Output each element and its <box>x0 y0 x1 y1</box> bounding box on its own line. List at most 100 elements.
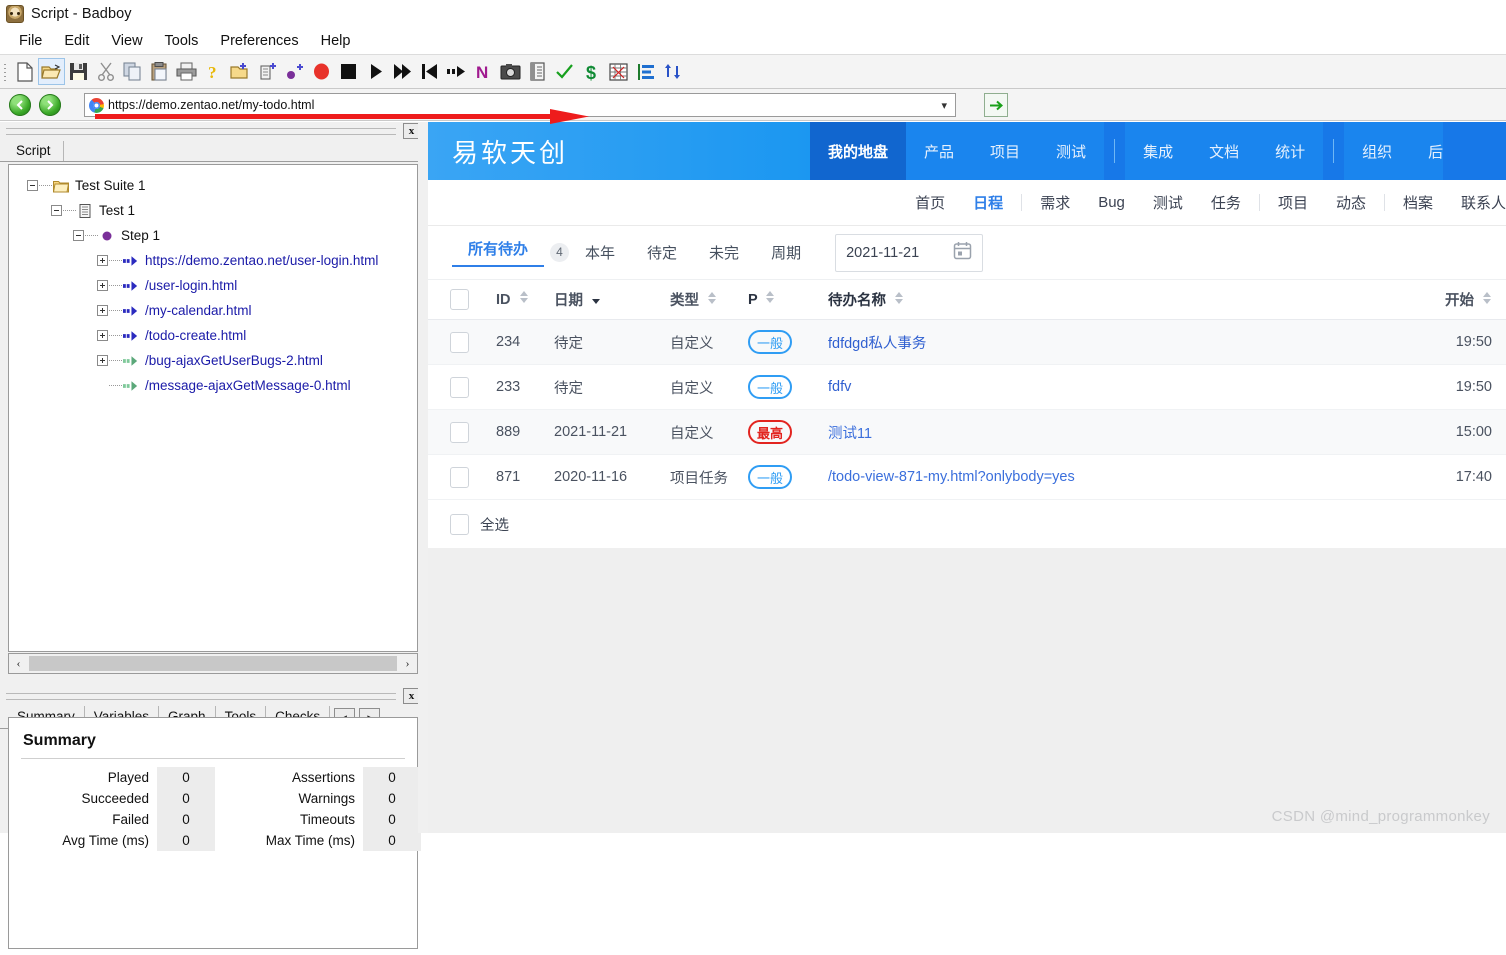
tree-item-request-my-calendar[interactable]: /my-calendar.html <box>9 298 417 323</box>
rewind-icon[interactable] <box>416 58 443 85</box>
menu-help[interactable]: Help <box>310 31 362 51</box>
save-icon[interactable] <box>65 58 92 85</box>
tree-toggle-expand-icon[interactable] <box>97 280 108 291</box>
menu-edit[interactable]: Edit <box>53 31 100 51</box>
select-all-checkbox[interactable] <box>450 514 469 535</box>
todo-link[interactable]: /todo-view-871-my.html?onlybody=yes <box>828 469 1075 485</box>
screenshot-icon[interactable] <box>497 58 524 85</box>
add-test-icon[interactable] <box>254 58 281 85</box>
paste-icon[interactable] <box>146 58 173 85</box>
url-input[interactable]: https://demo.zentao.net/my-todo.html ▾ <box>84 93 956 117</box>
scroll-right-arrow-icon[interactable]: › <box>398 654 417 673</box>
header-priority[interactable]: P <box>748 292 828 308</box>
tree-item-request-todo-create[interactable]: /todo-create.html <box>9 323 417 348</box>
date-picker[interactable]: 2021-11-21 <box>835 234 983 272</box>
step-over-icon[interactable] <box>443 58 470 85</box>
tree-item-test-suite-1[interactable]: Test Suite 1 <box>9 173 417 198</box>
subnav-bug[interactable]: Bug <box>1084 194 1139 211</box>
select-all-row[interactable]: 全选 <box>428 500 1506 548</box>
tree-toggle-collapse-icon[interactable] <box>27 180 38 191</box>
new-icon[interactable] <box>11 58 38 85</box>
topnav-organization[interactable]: 组织 <box>1344 122 1410 180</box>
grid-icon[interactable] <box>605 58 632 85</box>
subnav-test[interactable]: 测试 <box>1139 192 1197 213</box>
play-all-icon[interactable] <box>389 58 416 85</box>
forward-icon[interactable] <box>39 94 61 116</box>
sort-icon[interactable] <box>520 291 529 303</box>
menu-file[interactable]: File <box>8 31 53 51</box>
tree-toggle-expand-icon[interactable] <box>97 355 108 366</box>
menu-tools[interactable]: Tools <box>154 31 210 51</box>
topnav-statistics[interactable]: 统计 <box>1257 122 1323 180</box>
table-row[interactable]: 889 2021-11-21 自定义 最高 测试11 15:00 <box>428 410 1506 455</box>
topnav-admin[interactable]: 后 <box>1410 122 1443 180</box>
add-suite-icon[interactable] <box>227 58 254 85</box>
table-row[interactable]: 233 待定 自定义 一般 fdfv 19:50 <box>428 365 1506 410</box>
tree-item-test-1[interactable]: Test 1 <box>9 198 417 223</box>
tab-script[interactable]: Script <box>8 141 64 161</box>
nglyph-icon[interactable]: N <box>470 58 497 85</box>
sort-icon[interactable] <box>708 292 717 304</box>
sort-icon-active[interactable] <box>592 292 601 304</box>
cell-name[interactable]: fdfdgd私人事务 <box>828 332 1420 353</box>
scroll-left-arrow-icon[interactable]: ‹ <box>9 654 28 673</box>
summary-panel-grip[interactable]: x <box>6 689 422 703</box>
subnav-profile[interactable]: 档案 <box>1389 192 1447 213</box>
copy-icon[interactable] <box>119 58 146 85</box>
cut-icon[interactable] <box>92 58 119 85</box>
tree-toggle-expand-icon[interactable] <box>97 330 108 341</box>
sort-icon[interactable] <box>895 292 904 304</box>
row-checkbox[interactable] <box>450 422 469 443</box>
back-icon[interactable] <box>9 94 31 116</box>
calendar-icon[interactable] <box>953 241 972 264</box>
tree-toggle-expand-icon[interactable] <box>97 255 108 266</box>
script-tree[interactable]: Test Suite 1 Test 1 Step 1 <box>8 164 418 652</box>
subnav-project[interactable]: 项目 <box>1264 192 1322 213</box>
play-icon[interactable] <box>362 58 389 85</box>
todo-link[interactable]: 测试11 <box>828 426 872 442</box>
topnav-integration[interactable]: 集成 <box>1125 122 1191 180</box>
tree-item-ajax-bug-request[interactable]: /bug-ajaxGetUserBugs-2.html <box>9 348 417 373</box>
panel-splitter[interactable] <box>418 122 428 833</box>
record-icon[interactable] <box>308 58 335 85</box>
header-date[interactable]: 日期 <box>554 289 670 310</box>
menu-view[interactable]: View <box>100 31 153 51</box>
tree-toggle-expand-icon[interactable] <box>97 305 108 316</box>
indent-icon[interactable] <box>632 58 659 85</box>
sort-icon[interactable] <box>1483 292 1492 304</box>
topnav-my-dashboard[interactable]: 我的地盘 <box>810 122 906 180</box>
tree-item-step-1[interactable]: Step 1 <box>9 223 417 248</box>
scrollbar-thumb[interactable] <box>29 656 397 671</box>
subnav-schedule[interactable]: 日程 <box>959 192 1017 213</box>
chevron-down-icon[interactable]: ▾ <box>941 99 947 112</box>
check-icon[interactable] <box>551 58 578 85</box>
tree-item-ajax-message-request[interactable]: /message-ajaxGetMessage-0.html <box>9 373 417 398</box>
row-checkbox[interactable] <box>450 467 469 488</box>
todo-link[interactable]: fdfv <box>828 379 851 395</box>
table-row[interactable]: 871 2020-11-16 项目任务 一般 /todo-view-871-my… <box>428 455 1506 500</box>
header-id[interactable]: ID <box>496 292 554 308</box>
topnav-product[interactable]: 产品 <box>906 122 972 180</box>
open-folder-icon[interactable] <box>38 58 65 85</box>
filter-unfinished[interactable]: 未完 <box>693 242 755 263</box>
report-icon[interactable] <box>524 58 551 85</box>
filter-pending[interactable]: 待定 <box>631 242 693 263</box>
subnav-home[interactable]: 首页 <box>901 192 959 213</box>
script-tree-horizontal-scrollbar[interactable]: ‹ › <box>8 653 418 674</box>
table-row[interactable]: 234 待定 自定义 一般 fdfdgd私人事务 19:50 <box>428 320 1506 365</box>
row-checkbox[interactable] <box>450 332 469 353</box>
filter-cycle[interactable]: 周期 <box>755 242 817 263</box>
tree-item-request-login-full[interactable]: https://demo.zentao.net/user-login.html <box>9 248 417 273</box>
script-panel-grip[interactable]: x <box>6 124 422 138</box>
cell-name[interactable]: 测试11 <box>828 422 1420 443</box>
sort-icon[interactable] <box>766 291 775 303</box>
print-icon[interactable] <box>173 58 200 85</box>
tree-toggle-collapse-icon[interactable] <box>51 205 62 216</box>
topnav-project[interactable]: 项目 <box>972 122 1038 180</box>
cell-name[interactable]: /todo-view-871-my.html?onlybody=yes <box>828 469 1420 485</box>
todo-link[interactable]: fdfdgd私人事务 <box>828 336 926 352</box>
cell-name[interactable]: fdfv <box>828 379 1420 395</box>
refresh-icon[interactable] <box>659 58 686 85</box>
help-icon[interactable]: ? <box>200 58 227 85</box>
go-button[interactable] <box>984 93 1008 117</box>
